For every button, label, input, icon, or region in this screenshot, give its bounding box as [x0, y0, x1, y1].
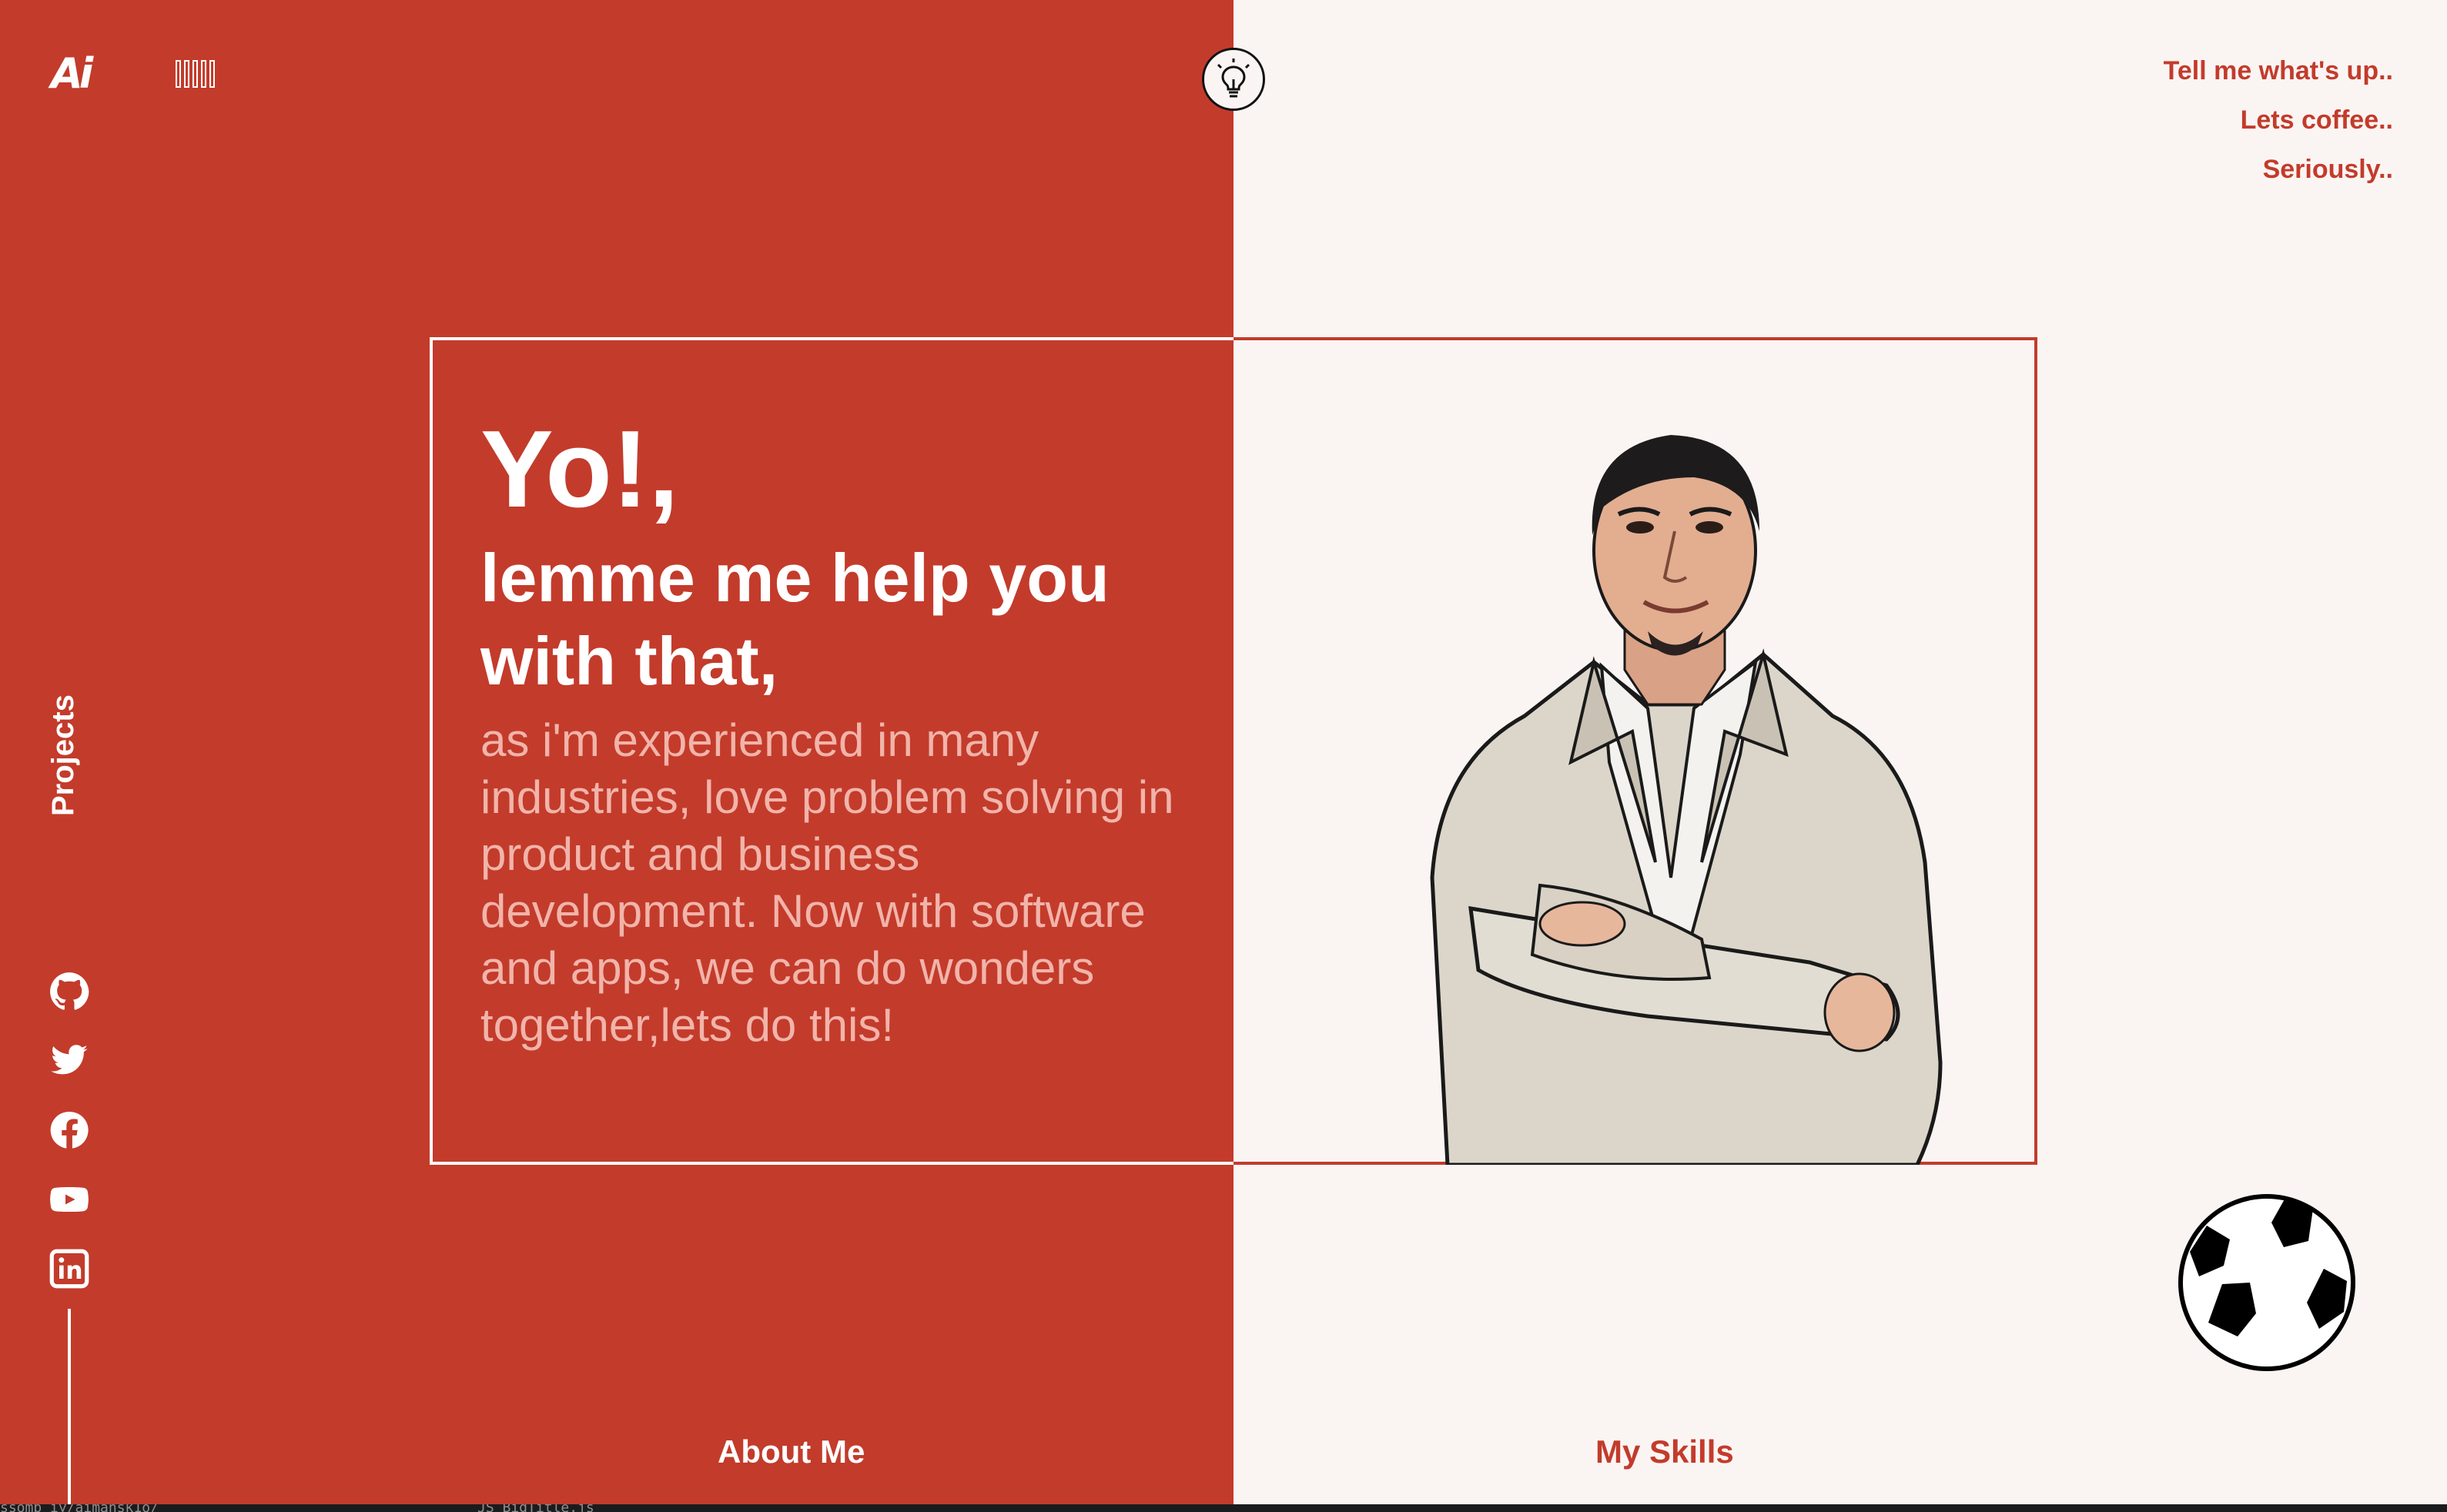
theme-toggle-button[interactable] [1202, 48, 1265, 111]
facebook-link[interactable] [49, 1110, 89, 1150]
background-file-tab: JS BigTitle.js [477, 1504, 594, 1512]
social-links [49, 972, 89, 1318]
background-code-text: ssomp iy/aimansk1o/ [0, 1504, 159, 1512]
background-editor-strip: ssomp iy/aimansk1o/ JS BigTitle.js [0, 1504, 2447, 1512]
soccer-ball-icon[interactable] [2176, 1192, 2358, 1373]
nav-about-me[interactable]: About Me [718, 1433, 865, 1470]
lightbulb-icon [1217, 59, 1250, 98]
contact-links: Tell me what's up.. Lets coffee.. Seriou… [2164, 46, 2393, 194]
contact-link-coffee[interactable]: Lets coffee.. [2164, 95, 2393, 145]
linkedin-icon [49, 1249, 89, 1289]
projects-link[interactable]: Projects [46, 694, 81, 816]
github-icon [50, 972, 89, 1010]
hero-headline: lemme me help you with that, [480, 540, 1110, 699]
portrait-illustration [1430, 435, 1943, 1165]
twitter-icon [51, 1045, 88, 1075]
youtube-icon [50, 1186, 89, 1213]
hero-greeting: Yo!, [480, 408, 679, 530]
sidebar-divider-line [68, 1309, 71, 1504]
youtube-link[interactable] [49, 1179, 89, 1219]
facebook-icon [50, 1112, 89, 1149]
logo[interactable]: Ai [51, 49, 100, 99]
code-placeholder [176, 60, 218, 95]
nav-my-skills[interactable]: My Skills [1595, 1433, 1734, 1470]
github-link[interactable] [49, 972, 89, 1012]
hero-description: as i'm experienced in many industries, l… [480, 714, 1174, 1051]
twitter-link[interactable] [49, 1041, 89, 1081]
hero-intro: Yo!, lemme me help you with that, as i'm… [480, 404, 1189, 1054]
contact-link-seriously[interactable]: Seriously.. [2164, 145, 2393, 194]
linkedin-link[interactable] [49, 1249, 89, 1289]
contact-link-whats-up[interactable]: Tell me what's up.. [2164, 46, 2393, 95]
